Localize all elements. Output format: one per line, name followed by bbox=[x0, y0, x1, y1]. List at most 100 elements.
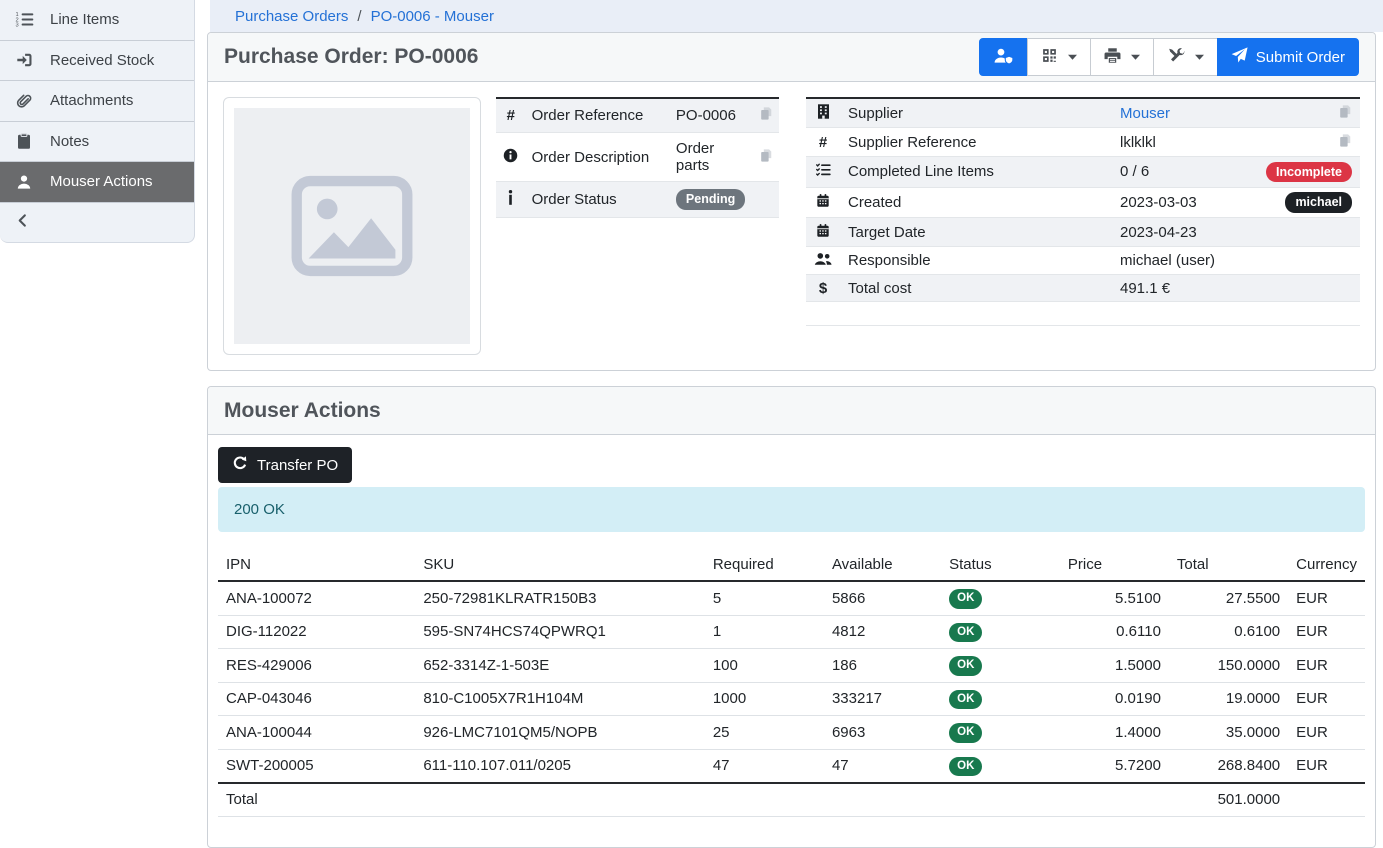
copy-button[interactable] bbox=[751, 98, 779, 133]
detail-row: # Order Reference PO-0006 bbox=[496, 98, 779, 133]
sidebar-collapse-button[interactable] bbox=[0, 203, 194, 242]
chevron-left-icon bbox=[15, 213, 30, 232]
sidebar-item-label: Attachments bbox=[50, 92, 133, 109]
cell-total: 0.6100 bbox=[1169, 615, 1288, 649]
paper-plane-icon bbox=[1231, 47, 1248, 68]
cell-price: 1.4000 bbox=[1060, 716, 1169, 750]
copy-button[interactable] bbox=[1241, 128, 1360, 157]
print-actions-button[interactable] bbox=[1090, 38, 1154, 76]
sidebar-item-received-stock[interactable]: Received Stock bbox=[0, 41, 194, 82]
table-row: RES-429006652-3314Z-1-503E100186OK1.5000… bbox=[218, 649, 1365, 683]
cell-required: 1 bbox=[705, 615, 824, 649]
cell-currency: EUR bbox=[1288, 615, 1365, 649]
cell-sku: 810-C1005X7R1H104M bbox=[415, 682, 705, 716]
admin-button[interactable] bbox=[979, 38, 1028, 76]
building-icon bbox=[806, 98, 840, 128]
order-image-card[interactable] bbox=[223, 97, 481, 355]
column-header-available: Available bbox=[824, 550, 941, 581]
copy-icon bbox=[759, 148, 773, 163]
order-actions-button[interactable] bbox=[1153, 38, 1218, 76]
copy-button[interactable] bbox=[751, 133, 779, 182]
cell-available: 186 bbox=[824, 649, 941, 683]
cell-price: 5.5100 bbox=[1060, 581, 1169, 615]
cell-status: OK bbox=[941, 649, 1060, 683]
submit-order-button[interactable]: Submit Order bbox=[1217, 38, 1359, 76]
list-check-icon bbox=[806, 157, 840, 188]
purchase-order-panel-heading: Purchase Order: PO-0006 bbox=[208, 33, 1375, 82]
detail-value: lklklkl bbox=[1112, 128, 1241, 157]
detail-label: Completed Line Items bbox=[840, 157, 1112, 188]
cell-required: 100 bbox=[705, 649, 824, 683]
breadcrumb-link-current[interactable]: PO-0006 - Mouser bbox=[371, 8, 494, 25]
sidebar-item-label: Notes bbox=[50, 133, 89, 150]
cell-ipn: ANA-100072 bbox=[218, 581, 415, 615]
sidebar-item-label: Received Stock bbox=[50, 52, 154, 69]
copy-icon bbox=[1338, 104, 1352, 119]
response-alert: 200 OK bbox=[218, 487, 1365, 532]
column-header-sku: SKU bbox=[415, 550, 705, 581]
column-header-ipn: IPN bbox=[218, 550, 415, 581]
cell-sku: 652-3314Z-1-503E bbox=[415, 649, 705, 683]
tools-icon bbox=[1167, 47, 1185, 68]
cell-available: 47 bbox=[824, 749, 941, 783]
sidebar-item-attachments[interactable]: Attachments bbox=[0, 81, 194, 122]
barcode-actions-button[interactable] bbox=[1027, 38, 1091, 76]
status-badge: Pending bbox=[676, 189, 745, 210]
ok-status-badge: OK bbox=[949, 656, 982, 676]
detail-row: Completed Line Items 0 / 6 Incomplete bbox=[806, 157, 1360, 188]
breadcrumb: Purchase Orders / PO-0006 - Mouser bbox=[210, 0, 1383, 32]
copy-icon bbox=[1338, 133, 1352, 148]
table-row: CAP-043046810-C1005X7R1H104M1000333217OK… bbox=[218, 682, 1365, 716]
cell-currency: EUR bbox=[1288, 649, 1365, 683]
detail-label: Supplier bbox=[840, 98, 1112, 128]
transfer-po-label: Transfer PO bbox=[257, 457, 338, 474]
cell-status: OK bbox=[941, 716, 1060, 750]
cell-status: OK bbox=[941, 615, 1060, 649]
cell-required: 5 bbox=[705, 581, 824, 615]
copy-button[interactable] bbox=[1241, 98, 1360, 128]
transfer-po-button[interactable]: Transfer PO bbox=[218, 447, 352, 483]
column-header-status: Status bbox=[941, 550, 1060, 581]
cell-available: 333217 bbox=[824, 682, 941, 716]
detail-label: Supplier Reference bbox=[840, 128, 1112, 157]
list-ol-icon: 123 bbox=[13, 11, 35, 28]
detail-label: Total cost bbox=[840, 275, 1112, 302]
cell-ipn: ANA-100044 bbox=[218, 716, 415, 750]
column-header-required: Required bbox=[705, 550, 824, 581]
cell-ipn: DIG-112022 bbox=[218, 615, 415, 649]
sidebar-item-line-items[interactable]: 123 Line Items bbox=[0, 0, 194, 41]
ok-status-badge: OK bbox=[949, 723, 982, 743]
detail-value: 2023-04-23 bbox=[1112, 218, 1241, 247]
purchase-order-details: # Order Reference PO-0006 Order Descript… bbox=[208, 82, 1375, 370]
cell-price: 0.6110 bbox=[1060, 615, 1169, 649]
cell-status: OK bbox=[941, 749, 1060, 783]
detail-label: Order Reference bbox=[526, 98, 670, 133]
sidebar-item-label: Line Items bbox=[50, 11, 119, 28]
cell-price: 0.0190 bbox=[1060, 682, 1169, 716]
cell-currency: EUR bbox=[1288, 749, 1365, 783]
sidebar-item-label: Mouser Actions bbox=[50, 173, 153, 190]
users-icon bbox=[806, 247, 840, 275]
detail-row: Order Status Pending bbox=[496, 182, 779, 218]
cell-status: OK bbox=[941, 581, 1060, 615]
mouser-actions-body: Transfer PO 200 OK IPN SKU Required Avai… bbox=[208, 435, 1375, 847]
sidebar-item-mouser-actions[interactable]: Mouser Actions bbox=[0, 162, 194, 203]
line-table-footer: Total 501.0000 bbox=[218, 783, 1365, 817]
breadcrumb-link-purchase-orders[interactable]: Purchase Orders bbox=[235, 8, 348, 25]
cell-available: 5866 bbox=[824, 581, 941, 615]
user-icon bbox=[13, 174, 35, 190]
detail-value: Order parts bbox=[670, 133, 751, 182]
caret-down-icon bbox=[1131, 54, 1140, 60]
supplier-link[interactable]: Mouser bbox=[1120, 105, 1170, 122]
detail-value: 2023-03-03 bbox=[1112, 187, 1241, 218]
detail-row: Responsible michael (user) bbox=[806, 247, 1360, 275]
detail-row: Created 2023-03-03 michael bbox=[806, 187, 1360, 218]
mouser-actions-title: Mouser Actions bbox=[224, 399, 381, 423]
sidebar-item-notes[interactable]: Notes bbox=[0, 122, 194, 163]
detail-row: # Supplier Reference lklklkl bbox=[806, 128, 1360, 157]
cell-currency: EUR bbox=[1288, 716, 1365, 750]
cell-currency: EUR bbox=[1288, 581, 1365, 615]
ok-status-badge: OK bbox=[949, 623, 982, 643]
detail-row-empty bbox=[806, 302, 1360, 326]
column-header-price: Price bbox=[1060, 550, 1169, 581]
